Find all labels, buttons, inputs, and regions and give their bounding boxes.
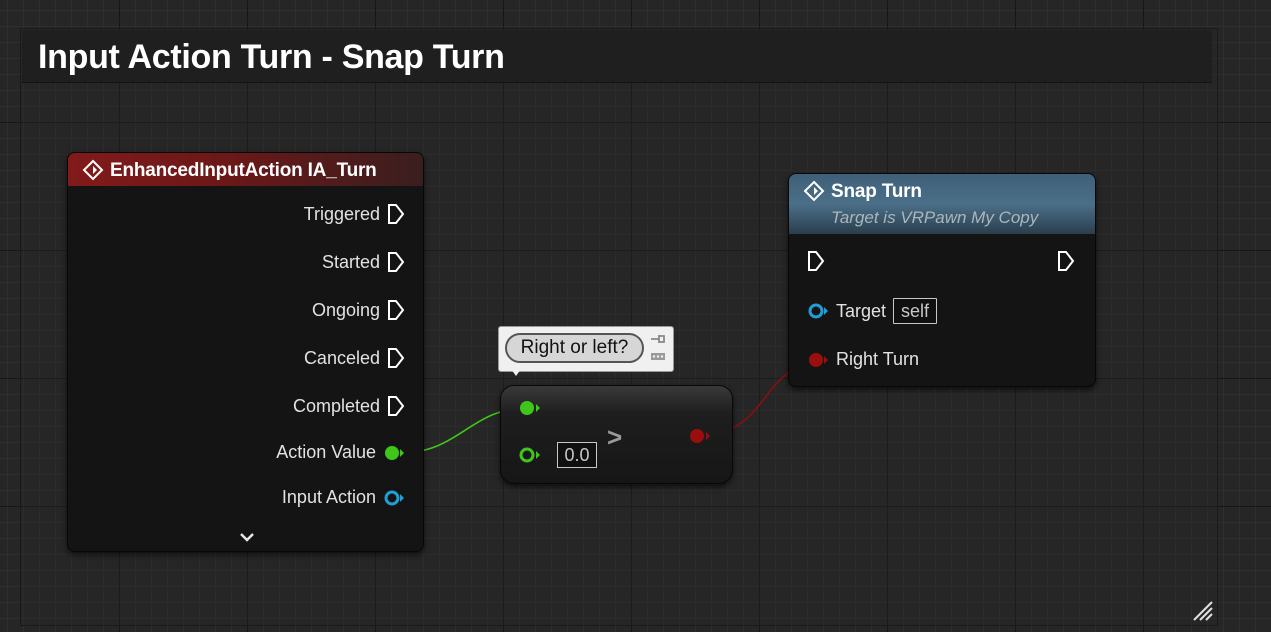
float-pin-a-icon[interactable]: [517, 398, 543, 418]
snap-turn-node[interactable]: Snap Turn Target is VRPawn My Copy Targe…: [788, 173, 1096, 387]
node-header[interactable]: EnhancedInputAction IA_Turn: [68, 153, 423, 186]
exec-pin-icon[interactable]: [387, 203, 405, 225]
bool-pin-icon[interactable]: [807, 350, 829, 370]
operator-symbol: >: [607, 422, 623, 452]
pin-label: Triggered: [303, 203, 380, 224]
pin-label: Started: [321, 251, 380, 272]
greater-than-node[interactable]: 0.0 >: [500, 385, 733, 484]
exec-pin-started[interactable]: Started: [322, 251, 405, 273]
exec-pin-triggered[interactable]: Triggered: [304, 203, 405, 225]
exec-pin-icon[interactable]: [387, 395, 405, 417]
node-subtitle: Target is VRPawn My Copy: [831, 208, 1039, 227]
more-options-icon[interactable]: [651, 351, 665, 361]
pin-right-turn[interactable]: Right Turn: [807, 349, 919, 370]
target-value-input[interactable]: self: [893, 298, 938, 324]
object-pin-icon[interactable]: [383, 488, 405, 508]
pin-input-action[interactable]: Input Action: [282, 487, 405, 508]
pin-label: Action Value: [276, 442, 376, 462]
pin-action-value[interactable]: Action Value: [276, 442, 405, 463]
pin-label: Target: [836, 300, 887, 321]
pin-label: Input Action: [281, 487, 376, 507]
bool-return-pin-icon[interactable]: [687, 426, 713, 446]
exec-pin-icon[interactable]: [387, 251, 405, 273]
exec-pin-ongoing[interactable]: Ongoing: [312, 299, 405, 321]
exec-in-pin-icon[interactable]: [807, 250, 825, 272]
float-pin-b-icon[interactable]: [517, 445, 543, 465]
comment-bubble[interactable]: Right or left?: [498, 326, 674, 376]
exec-pin-completed[interactable]: Completed: [293, 395, 405, 417]
bubble-tail: [511, 369, 521, 376]
b-value-input[interactable]: 0.0: [557, 442, 597, 468]
event-diamond-icon: [82, 159, 104, 181]
node-header[interactable]: Snap Turn Target is VRPawn My Copy: [789, 174, 1095, 234]
exec-pin-icon[interactable]: [387, 299, 405, 321]
enhanced-input-action-node[interactable]: EnhancedInputAction IA_Turn Triggered St…: [67, 152, 424, 552]
node-title: EnhancedInputAction IA_Turn: [110, 160, 377, 181]
exec-pin-canceled[interactable]: Canceled: [304, 347, 405, 369]
chevron-down-icon[interactable]: [239, 531, 255, 543]
object-pin-icon[interactable]: [807, 301, 829, 321]
pin-target[interactable]: Target self: [807, 298, 938, 324]
exec-out-pin-icon[interactable]: [1057, 250, 1075, 272]
float-pin-icon[interactable]: [383, 443, 405, 463]
exec-pin-icon[interactable]: [387, 347, 405, 369]
node-title: Snap Turn: [831, 181, 922, 202]
pin-label: Right Turn: [836, 349, 920, 369]
pin-label: Ongoing: [311, 299, 380, 320]
function-diamond-icon: [803, 180, 825, 202]
comment-bubble-text[interactable]: Right or left?: [505, 333, 644, 363]
pin-label: Canceled: [303, 347, 380, 368]
pin-label: Completed: [292, 395, 380, 416]
pin-comment-icon[interactable]: [649, 333, 667, 345]
